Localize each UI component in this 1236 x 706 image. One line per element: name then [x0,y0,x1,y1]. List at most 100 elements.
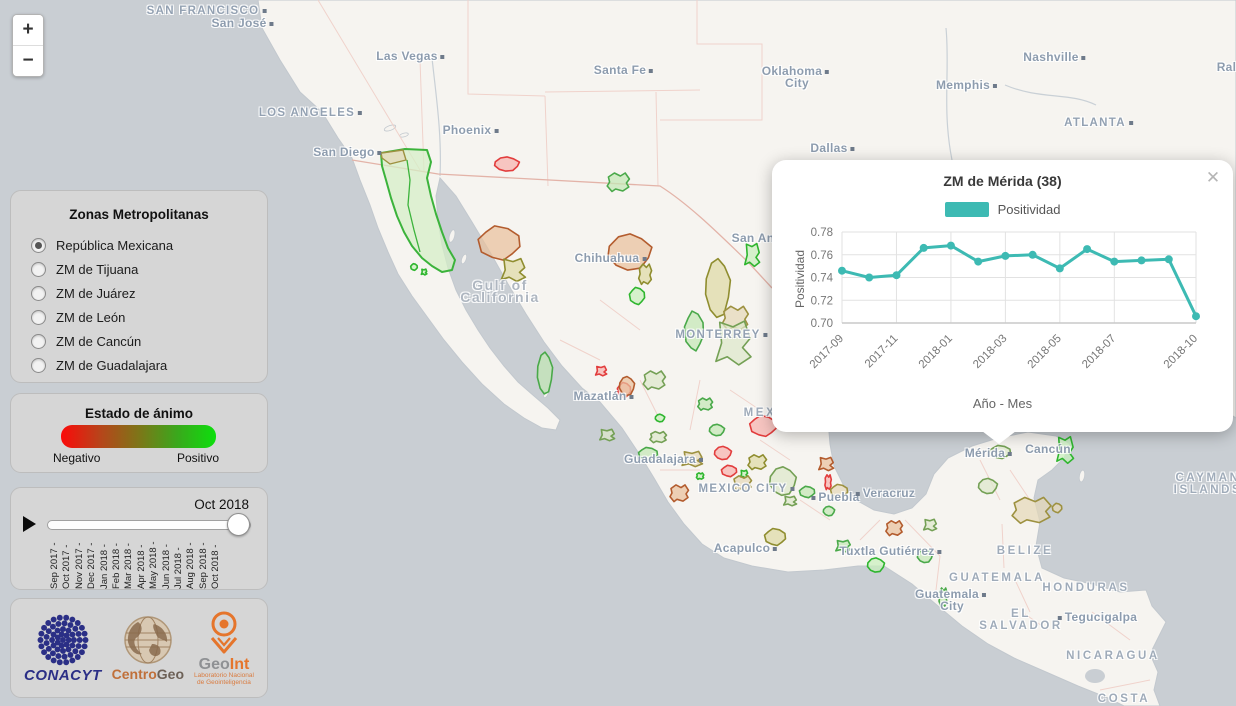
map-zone[interactable] [917,549,932,562]
slider-tick-label: Sep 2018 - [198,539,209,589]
zones-radio-list: República Mexicana ZM de Tijuana ZM de Juá… [11,238,267,373]
data-point[interactable] [974,258,982,266]
map-zone[interactable] [886,521,903,536]
logos-panel: CONACYT CentroGeo GeoInt Laboratorio Nac… [10,598,268,698]
map-zone[interactable] [765,529,786,546]
data-point[interactable] [1029,251,1037,259]
map-zone[interactable] [478,226,520,260]
map-zone[interactable] [639,447,658,460]
map-zone[interactable] [698,398,713,410]
map-zone[interactable] [411,264,418,271]
zoom-in-button[interactable]: + [13,15,43,45]
geoint-logo: GeoInt Laboratorio Nacionalde Geointelig… [194,610,254,686]
map-zone[interactable] [715,446,732,459]
map-zone[interactable] [836,540,851,551]
map-zone[interactable] [924,519,937,530]
map-zone[interactable] [596,366,607,376]
map-zone[interactable] [685,311,704,351]
map-zone[interactable] [745,244,760,267]
map-zone[interactable] [537,352,552,394]
conacyt-wordmark: CONACYT [24,667,102,684]
data-point[interactable] [1056,264,1064,272]
data-point[interactable] [947,242,955,250]
radio-button[interactable] [31,334,46,349]
map-zone[interactable] [696,473,703,479]
data-point[interactable] [1165,255,1173,263]
map-zone[interactable] [655,414,665,422]
zone-option-zm-de-canc-n[interactable]: ZM de Cancún [31,334,267,349]
popup-title: ZM de Mérida (38) [772,173,1233,189]
map-zone[interactable] [799,486,814,497]
x-axis-label: Año - Mes [772,396,1233,411]
data-point[interactable] [893,271,901,279]
radio-button[interactable] [31,238,46,253]
map-zone[interactable] [501,259,525,282]
map-zone[interactable] [650,432,667,443]
map-zone[interactable] [421,269,427,275]
zone-option-rep-blica-mexicana[interactable]: República Mexicana [31,238,267,253]
map-zone[interactable] [939,588,947,607]
map-zone[interactable] [639,264,652,284]
chart-legend: Positividad [772,202,1233,217]
data-point[interactable] [1138,256,1146,264]
radio-button[interactable] [31,286,46,301]
map-zone[interactable] [819,457,834,470]
zone-option-zm-de-ju-rez[interactable]: ZM de Juárez [31,286,267,301]
map-zone[interactable] [709,424,724,435]
map-zone[interactable] [629,287,644,304]
time-slider-panel: Oct 2018 Sep 2017 -Oct 2017 -Nov 2017 -D… [10,487,268,590]
map-zone[interactable] [825,475,831,490]
map-zone[interactable] [733,476,752,491]
zones-panel: Zonas Metropolitanas República MexicanaZ… [10,190,268,383]
zone-option-zm-de-tijuana[interactable]: ZM de Tijuana [31,262,267,277]
radio-button[interactable] [31,262,46,277]
zone-option-zm-de-le-n[interactable]: ZM de León [31,310,267,325]
radio-button[interactable] [31,310,46,325]
map-zone[interactable] [1057,437,1074,464]
map-zone[interactable] [619,377,634,396]
centrogeo-wordmark: CentroGeo [112,666,184,682]
map-zone[interactable] [979,478,998,493]
data-point[interactable] [1083,245,1091,253]
data-point[interactable] [1192,312,1200,320]
data-point[interactable] [1110,258,1118,266]
data-point[interactable] [838,267,846,275]
map-zone[interactable] [608,234,652,270]
slider-tick-label: Sep 2017 - [49,539,60,589]
zoom-out-button[interactable]: − [13,46,43,76]
radio-button[interactable] [31,358,46,373]
map-zone[interactable] [1052,503,1062,513]
data-point[interactable] [1001,252,1009,260]
map-zone[interactable] [495,157,520,171]
map-zone[interactable] [784,496,797,506]
map-zone[interactable] [600,429,615,440]
slider-tick-label: Feb 2018 - [111,539,122,589]
x-tick-label: 2018-05 [1026,333,1064,371]
map-zone[interactable] [607,173,629,192]
slider-tick-label: Dec 2017 - [86,539,97,589]
time-slider-track[interactable] [47,520,251,530]
play-button[interactable] [21,514,38,534]
map-zone[interactable] [748,455,767,470]
map-zone[interactable] [643,371,665,390]
map-zone[interactable] [670,485,689,502]
map-zone[interactable] [868,558,885,572]
map-zone[interactable] [990,445,1011,458]
map-zone[interactable] [1012,497,1051,523]
map-zone[interactable] [682,451,702,466]
map-zone[interactable] [831,484,848,497]
data-point[interactable] [865,274,873,282]
map-zone[interactable] [770,467,797,496]
x-tick-label: 2018-01 [917,333,955,371]
map-zone[interactable] [381,149,455,272]
chart-canvas[interactable]: 0.700.720.740.760.782017-092017-112018-0… [778,220,1233,394]
slider-tick-label: May 2018 - [148,539,159,589]
data-point[interactable] [920,244,928,252]
map-zone[interactable] [721,465,736,476]
map-zone[interactable] [823,506,834,516]
time-slider-knob[interactable] [227,513,250,536]
play-icon [23,516,36,532]
slider-tick-label: Jun 2018 - [161,539,172,589]
map-zone[interactable] [716,321,751,365]
zone-option-zm-de-guadalajara[interactable]: ZM de Guadalajara [31,358,267,373]
